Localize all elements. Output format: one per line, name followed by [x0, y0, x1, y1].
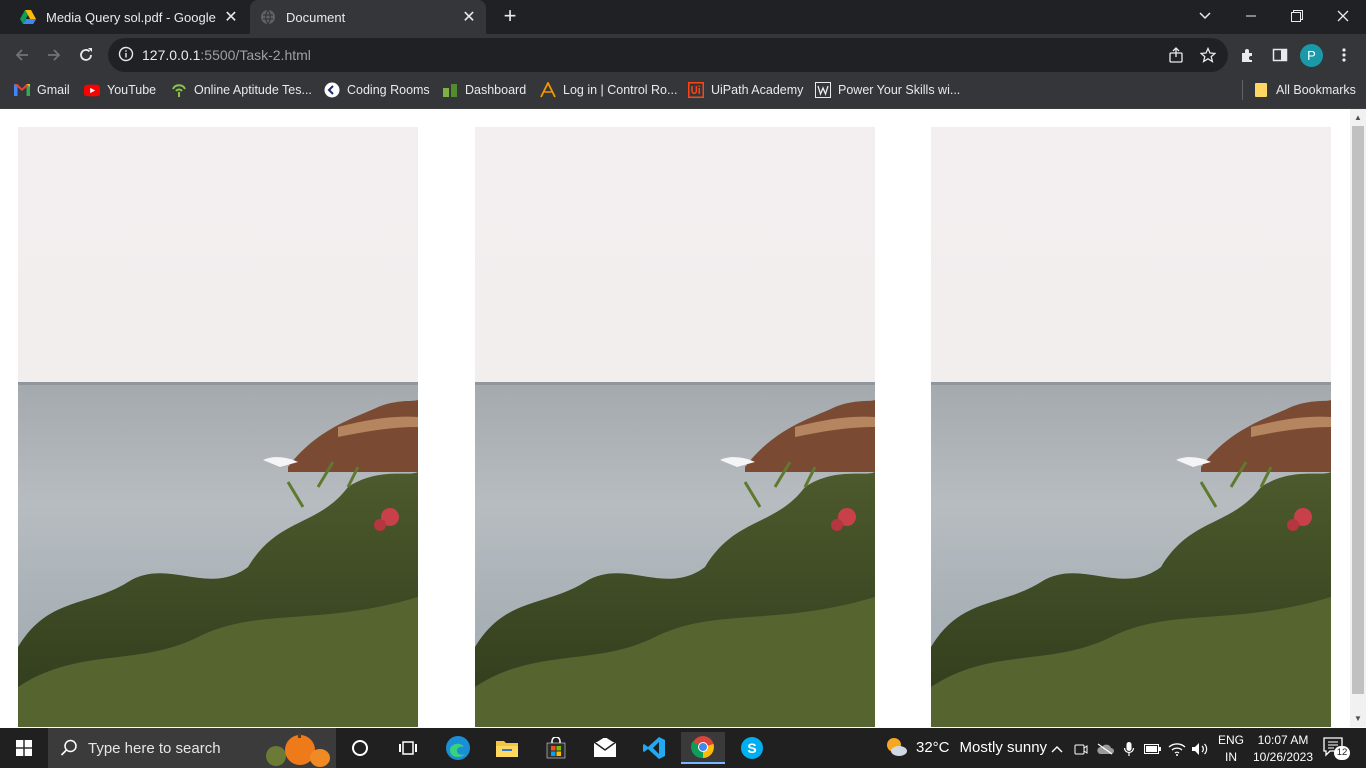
- bookmark-label: Online Aptitude Tes...: [194, 83, 312, 97]
- profile-initial: P: [1307, 48, 1316, 63]
- bookmark-power-your-skills[interactable]: Power Your Skills wi...: [815, 80, 960, 100]
- clock-time: 10:07 AM: [1257, 733, 1309, 747]
- profile-avatar[interactable]: P: [1300, 44, 1323, 67]
- bookmark-star-icon[interactable]: [1196, 43, 1220, 67]
- google-drive-icon: [20, 9, 36, 25]
- bookmark-label: Dashboard: [465, 83, 527, 97]
- bookmark-coding-rooms[interactable]: Coding Rooms: [324, 80, 430, 100]
- reload-button[interactable]: [74, 43, 98, 67]
- search-icon: [60, 739, 78, 762]
- side-panel-icon[interactable]: [1268, 43, 1292, 67]
- url-text[interactable]: 127.0.0.1:5500/Task-2.html: [142, 47, 311, 63]
- vscode-icon[interactable]: [632, 732, 676, 764]
- bookmark-label: Power Your Skills wi...: [838, 83, 961, 97]
- search-placeholder: Type here to search: [88, 740, 221, 757]
- cortana-icon[interactable]: [338, 732, 382, 764]
- notification-center-button[interactable]: 12: [1322, 736, 1350, 760]
- bookmark-control-room[interactable]: Log in | Control Ro...: [540, 80, 677, 100]
- meet-now-icon[interactable]: [1072, 740, 1090, 758]
- bookmark-uipath-academy[interactable]: UiPath Academy: [688, 80, 803, 100]
- battery-icon[interactable]: [1144, 740, 1162, 758]
- clock-date: 10/26/2023: [1252, 750, 1314, 764]
- skype-icon[interactable]: S: [730, 732, 774, 764]
- chrome-icon[interactable]: [681, 732, 725, 764]
- url-path: :5500/Task-2.html: [200, 47, 311, 63]
- menu-kebab-icon[interactable]: [1332, 43, 1356, 67]
- tab-search-chevron-icon[interactable]: [1182, 0, 1228, 32]
- start-button[interactable]: [0, 728, 48, 768]
- bookmark-label: Log in | Control Ro...: [563, 83, 678, 97]
- restore-button[interactable]: [1274, 0, 1320, 32]
- language-indicator[interactable]: ENG IN: [1218, 732, 1244, 766]
- tab-title: Media Query sol.pdf - Google Dr: [46, 9, 220, 25]
- file-explorer-icon[interactable]: [485, 732, 529, 764]
- scroll-down-icon[interactable]: ▼: [1350, 711, 1366, 727]
- page-content: [0, 109, 1350, 727]
- url-host: 127.0.0.1: [142, 47, 201, 63]
- seaside-photo: [931, 127, 1331, 727]
- bookmark-label: UiPath Academy: [711, 83, 804, 97]
- scrollbar-thumb[interactable]: [1352, 126, 1364, 694]
- show-hidden-icons-chevron-icon[interactable]: [1048, 740, 1066, 758]
- forward-button[interactable]: [42, 43, 66, 67]
- seaside-photo: [18, 127, 418, 727]
- tab-document[interactable]: Document ✕: [250, 0, 486, 34]
- edge-icon[interactable]: [436, 732, 480, 764]
- partly-sunny-icon: [884, 736, 908, 758]
- volume-icon[interactable]: [1191, 740, 1209, 758]
- region-code: IN: [1225, 750, 1237, 764]
- tab-title: Document: [286, 9, 346, 25]
- all-bookmarks-button[interactable]: All Bookmarks: [1253, 80, 1356, 100]
- wordpress-icon: [815, 82, 831, 98]
- microsoft-store-icon[interactable]: [534, 732, 578, 764]
- gmail-icon: [14, 82, 30, 98]
- wifi-icon[interactable]: [1168, 740, 1186, 758]
- bookmark-gmail[interactable]: Gmail: [14, 80, 70, 100]
- minimize-button[interactable]: [1228, 0, 1274, 32]
- bookmark-label: Gmail: [37, 83, 70, 97]
- task-view-icon[interactable]: [386, 732, 430, 764]
- seaside-photo: [475, 127, 875, 727]
- close-tab-icon[interactable]: ✕: [220, 7, 242, 27]
- extensions-icon[interactable]: [1236, 43, 1260, 67]
- microphone-icon[interactable]: [1120, 740, 1138, 758]
- pumpkins-icon: [262, 732, 334, 773]
- share-icon[interactable]: [1164, 43, 1188, 67]
- bookmark-label: Coding Rooms: [347, 83, 430, 97]
- uipath-icon: [688, 82, 704, 98]
- tab-media-query-pdf[interactable]: Media Query sol.pdf - Google Dr ✕: [8, 0, 248, 34]
- scroll-up-icon[interactable]: ▲: [1350, 110, 1366, 126]
- svg-text:S: S: [747, 740, 756, 756]
- back-button[interactable]: [10, 43, 34, 67]
- close-window-button[interactable]: [1320, 0, 1366, 32]
- bookmarks-divider: [1242, 80, 1243, 100]
- system-clock[interactable]: 10:07 AM 10/26/2023: [1248, 732, 1318, 766]
- windows-logo-icon: [16, 740, 32, 756]
- youtube-icon: [84, 82, 100, 98]
- bookmark-online-aptitude[interactable]: Online Aptitude Tes...: [171, 80, 312, 100]
- coding-rooms-icon: [324, 82, 340, 98]
- site-info-icon[interactable]: [118, 46, 136, 64]
- control-room-icon: [540, 82, 556, 98]
- globe-icon: [260, 9, 276, 25]
- dashboard-icon: [442, 82, 458, 98]
- all-bookmarks-label: All Bookmarks: [1276, 83, 1356, 97]
- onedrive-offline-icon[interactable]: [1096, 740, 1114, 758]
- mail-icon[interactable]: [583, 732, 627, 764]
- aptitude-icon: [171, 82, 187, 98]
- notification-badge: 12: [1334, 746, 1350, 760]
- language-code: ENG: [1218, 733, 1245, 747]
- close-tab-icon[interactable]: ✕: [458, 7, 480, 27]
- weather-temp: 32°C: [916, 738, 950, 756]
- folder-icon: [1253, 82, 1269, 98]
- weather-desc: Mostly sunny: [959, 738, 1048, 756]
- new-tab-button[interactable]: +: [498, 5, 522, 29]
- bookmark-dashboard[interactable]: Dashboard: [442, 80, 526, 100]
- bookmark-label: YouTube: [107, 83, 157, 97]
- bookmark-youtube[interactable]: YouTube: [84, 80, 156, 100]
- weather-widget[interactable]: 32°C Mostly sunny: [884, 736, 1047, 758]
